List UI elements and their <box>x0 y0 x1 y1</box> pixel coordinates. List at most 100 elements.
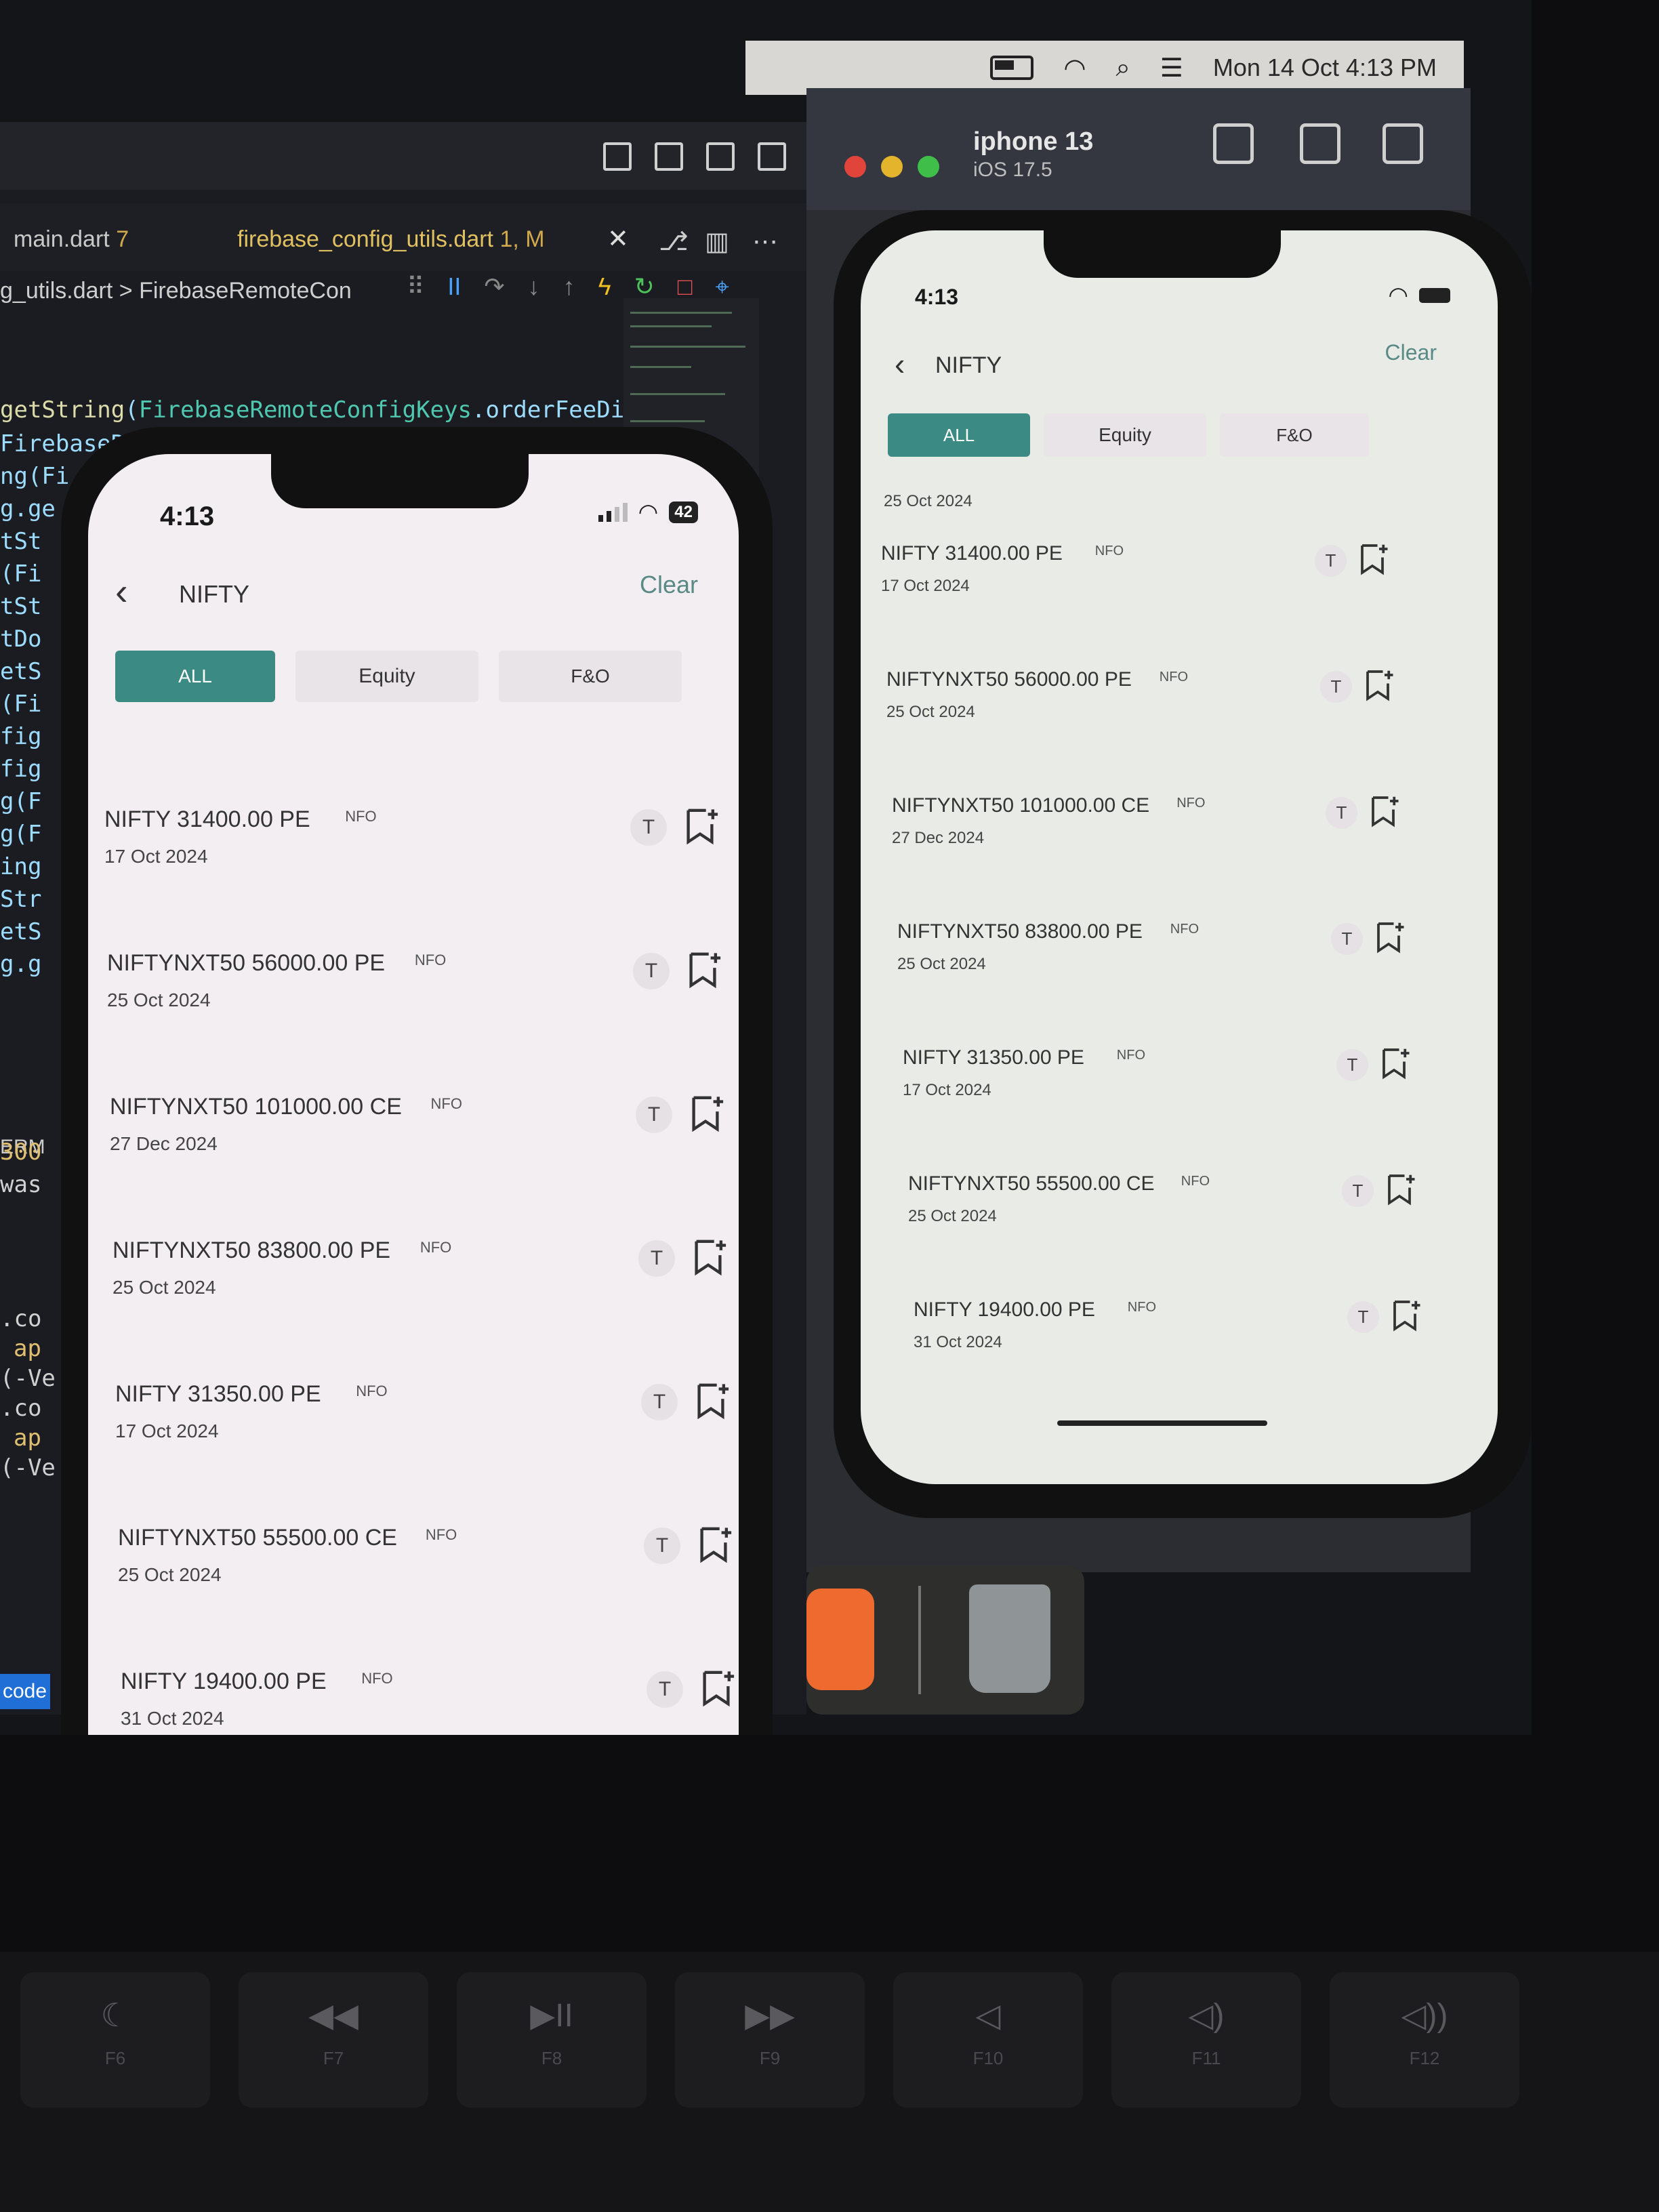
function-key[interactable]: ◁ F10 <box>893 1972 1083 2108</box>
code-line[interactable]: tSt <box>0 528 41 555</box>
home-indicator[interactable] <box>1057 1420 1267 1426</box>
code-line[interactable]: fig <box>0 723 41 750</box>
trade-button[interactable]: T <box>641 1384 678 1420</box>
code-line[interactable]: fig <box>0 756 41 783</box>
pause-icon[interactable]: II <box>447 272 461 302</box>
tab-equity[interactable]: Equity <box>295 651 478 702</box>
step-into-icon[interactable]: ↓ <box>528 272 540 302</box>
instrument-row[interactable]: NIFTYNXT50 56000.00 PE NFO 25 Oct 2024 T <box>886 668 1483 781</box>
instrument-row[interactable]: NIFTYNXT50 101000.00 CE NFO 27 Dec 2024 T <box>110 1094 724 1224</box>
rotate-icon[interactable] <box>1382 123 1423 164</box>
trade-button[interactable]: T <box>1331 923 1363 955</box>
screenshot-icon[interactable] <box>1300 123 1340 164</box>
instrument-row[interactable]: NIFTY 19400.00 PE NFO 31 Oct 2024 T <box>121 1668 735 1735</box>
back-chevron-icon[interactable]: ‹ <box>895 346 905 382</box>
add-watchlist-icon[interactable] <box>1372 920 1406 958</box>
toggle-secondary-sidebar-icon[interactable] <box>706 142 735 171</box>
toggle-sidebar-icon[interactable] <box>603 142 632 171</box>
code-line[interactable]: Str <box>0 886 41 913</box>
instrument-row[interactable]: NIFTYNXT50 56000.00 PE NFO 25 Oct 2024 T <box>107 950 721 1080</box>
function-key[interactable]: ▶▶ F9 <box>675 1972 865 2108</box>
search-icon[interactable]: ⌕ <box>1115 54 1130 83</box>
instrument-row[interactable]: NIFTYNXT50 83800.00 PE NFO 25 Oct 2024 T <box>897 920 1494 1033</box>
close-window-icon[interactable] <box>844 156 866 178</box>
function-key[interactable]: ◁)) F12 <box>1330 1972 1519 2108</box>
add-watchlist-icon[interactable] <box>686 1094 725 1136</box>
code-line[interactable]: g.g <box>0 951 41 978</box>
search-query[interactable]: NIFTY <box>935 352 1002 379</box>
wifi-icon[interactable]: ◠ <box>1063 53 1086 83</box>
function-key[interactable]: ◀◀ F7 <box>239 1972 428 2108</box>
add-watchlist-icon[interactable] <box>683 950 722 993</box>
instrument-row[interactable]: NIFTY 31400.00 PE NFO 17 Oct 2024 T <box>881 542 1477 655</box>
code-line[interactable]: (Fi <box>0 560 41 588</box>
code-line[interactable]: g(F <box>0 821 41 848</box>
instrument-row[interactable]: NIFTY 19400.00 PE NFO 31 Oct 2024 T <box>914 1298 1498 1411</box>
add-watchlist-icon[interactable] <box>691 1381 731 1424</box>
instrument-row[interactable]: NIFTY 31400.00 PE NFO 17 Oct 2024 T <box>104 806 718 937</box>
function-key[interactable]: ◁) F11 <box>1111 1972 1301 2108</box>
add-watchlist-icon[interactable] <box>689 1237 728 1280</box>
trade-button[interactable]: T <box>1342 1175 1374 1207</box>
step-over-icon[interactable]: ↷ <box>484 272 504 302</box>
restart-icon[interactable]: ↻ <box>634 272 655 302</box>
tab-fno[interactable]: F&O <box>499 651 682 702</box>
function-key[interactable]: ▶II F8 <box>457 1972 647 2108</box>
clear-button[interactable]: Clear <box>640 571 698 599</box>
function-key[interactable]: ☾ F6 <box>20 1972 210 2108</box>
instrument-row[interactable]: NIFTYNXT50 83800.00 PE NFO 25 Oct 2024 T <box>112 1237 726 1368</box>
add-watchlist-icon[interactable] <box>694 1525 733 1568</box>
instrument-row[interactable]: NIFTY 31350.00 PE NFO 17 Oct 2024 T <box>115 1381 729 1511</box>
instrument-row[interactable]: NIFTYNXT50 101000.00 CE NFO 27 Dec 2024 T <box>892 794 1488 907</box>
tab-all[interactable]: ALL <box>888 413 1030 457</box>
code-line[interactable]: tSt <box>0 593 41 620</box>
code-line[interactable]: (Fi <box>0 691 41 718</box>
add-watchlist-icon[interactable] <box>1355 542 1389 579</box>
trash-icon[interactable] <box>969 1584 1050 1693</box>
more-actions-icon[interactable]: ⋯ <box>752 226 778 257</box>
trade-button[interactable]: T <box>1347 1301 1379 1333</box>
instrument-row[interactable]: NIFTY 31350.00 PE NFO 17 Oct 2024 T <box>903 1046 1498 1159</box>
add-watchlist-icon[interactable] <box>680 806 720 849</box>
code-line[interactable]: g.ge <box>0 495 56 523</box>
hot-reload-icon[interactable]: ϟ <box>598 272 611 302</box>
tab-firebase-config[interactable]: firebase_config_utils.dart 1, M <box>237 226 545 253</box>
add-watchlist-icon[interactable] <box>697 1668 736 1711</box>
home-icon[interactable] <box>1213 123 1254 164</box>
tab-main-dart[interactable]: main.dart 7 <box>14 226 129 253</box>
trade-button[interactable]: T <box>1336 1049 1368 1081</box>
code-line[interactable]: tDo <box>0 626 41 653</box>
control-center-icon[interactable]: ☰ <box>1160 53 1183 83</box>
menubar-clock[interactable]: Mon 14 Oct 4:13 PM <box>1213 54 1437 82</box>
search-query[interactable]: NIFTY <box>179 580 249 609</box>
trade-button[interactable]: T <box>633 953 670 989</box>
toggle-panel-icon[interactable] <box>655 142 683 171</box>
breadcrumb[interactable]: g_utils.dart > FirebaseRemoteCon <box>0 278 352 304</box>
trade-button[interactable]: T <box>638 1240 675 1277</box>
status-bar-badge[interactable]: code <box>0 1674 50 1709</box>
tab-all[interactable]: ALL <box>115 651 275 702</box>
source-control-icon[interactable]: ⎇ <box>659 226 689 257</box>
step-out-icon[interactable]: ↑ <box>563 272 575 302</box>
inspect-icon[interactable]: ⌖ <box>716 272 729 302</box>
back-chevron-icon[interactable]: ‹ <box>115 569 128 613</box>
add-watchlist-icon[interactable] <box>1388 1298 1422 1336</box>
drag-handle-icon[interactable]: ⠿ <box>407 272 424 302</box>
trade-button[interactable]: T <box>630 809 667 846</box>
code-line[interactable]: etS <box>0 918 41 945</box>
split-editor-icon[interactable]: ▥ <box>705 226 729 257</box>
code-line[interactable]: ing <box>0 853 41 880</box>
minimize-window-icon[interactable] <box>881 156 903 178</box>
customize-layout-icon[interactable] <box>758 142 786 171</box>
clear-button[interactable]: Clear <box>1385 340 1437 365</box>
add-watchlist-icon[interactable] <box>1366 794 1400 832</box>
trade-button[interactable]: T <box>1326 797 1357 829</box>
add-watchlist-icon[interactable] <box>1361 668 1395 705</box>
instrument-row[interactable]: NIFTYNXT50 55500.00 CE NFO 25 Oct 2024 T <box>118 1525 732 1655</box>
tab-equity[interactable]: Equity <box>1044 413 1206 457</box>
code-line[interactable]: etS <box>0 658 41 685</box>
battery-icon[interactable] <box>990 56 1034 80</box>
trade-button[interactable]: T <box>644 1528 680 1564</box>
code-line[interactable]: getString(FirebaseRemoteConfigKeys.order… <box>0 396 666 424</box>
code-line[interactable]: ng(Fi <box>0 463 69 490</box>
